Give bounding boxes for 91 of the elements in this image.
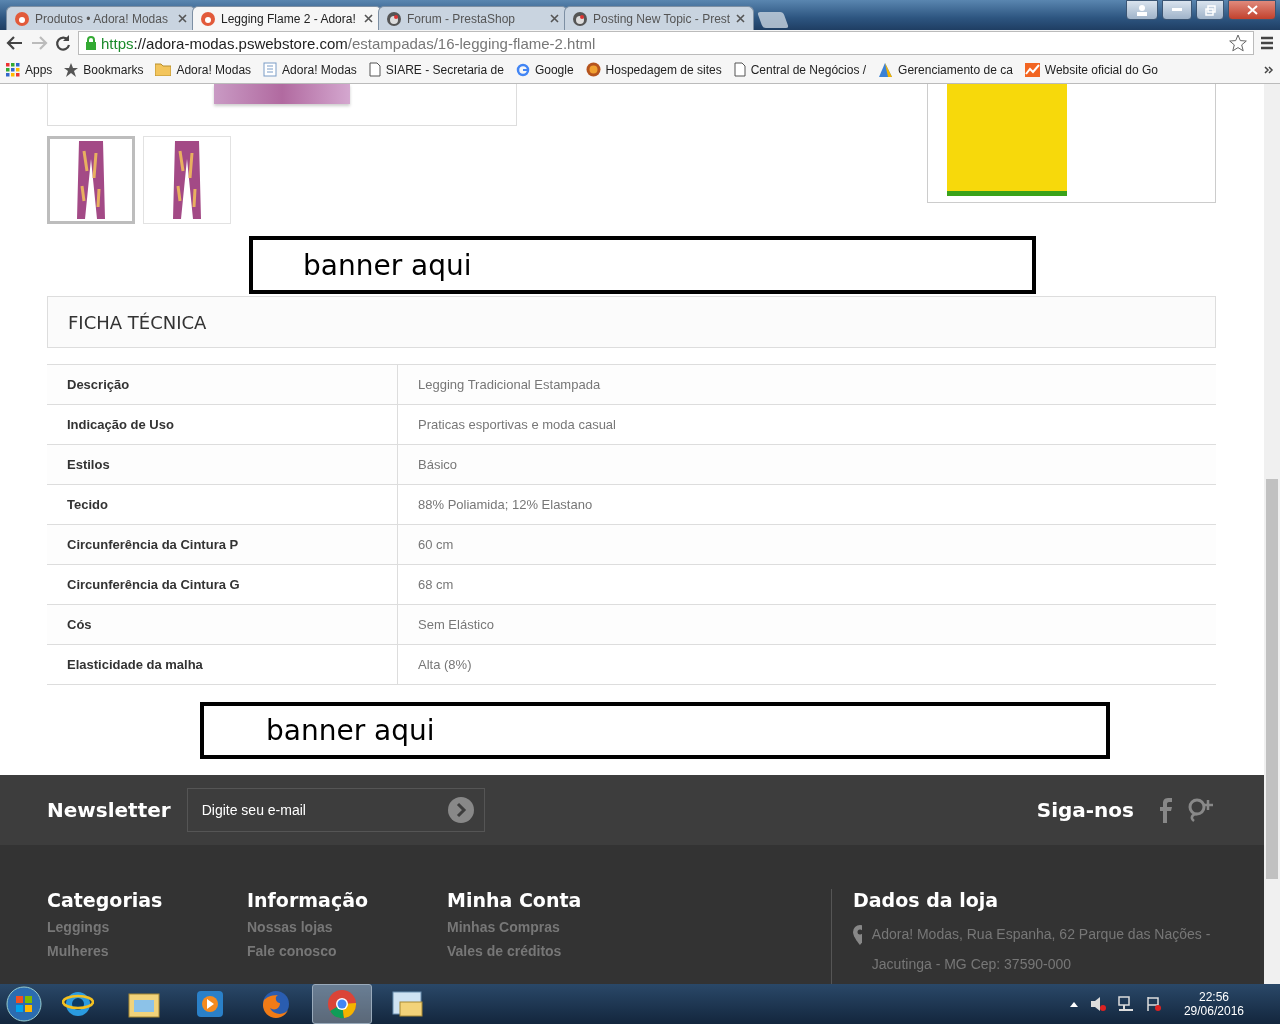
table-cell-text: 68 cm — [417, 576, 455, 594]
close-icon[interactable] — [178, 14, 187, 23]
page-icon — [733, 62, 746, 77]
section-heading: FICHA TÉCNICA — [47, 296, 1216, 348]
star-icon — [64, 62, 79, 77]
bookmark-item[interactable]: Central de Negócios / — [733, 62, 867, 77]
newsletter-title: Newsletter — [47, 798, 171, 822]
table-cell: Descrição — [47, 365, 398, 404]
footer-heading: Categorias — [47, 889, 164, 911]
globe-icon — [585, 62, 601, 77]
close-icon[interactable] — [550, 14, 559, 23]
start-button[interactable] — [6, 986, 42, 1022]
minimize-icon — [1172, 8, 1182, 12]
star-icon[interactable] — [1229, 34, 1247, 52]
bookmark-item[interactable]: Gerenciamento de ca — [878, 62, 1013, 77]
network-icon[interactable] — [1117, 996, 1134, 1012]
site-logo-icon — [15, 11, 29, 26]
table-cell-text: Básico — [417, 456, 459, 474]
google-icon — [515, 62, 530, 77]
speaker-muted-icon[interactable] — [1089, 996, 1106, 1012]
table-cell-text: 60 cm — [417, 536, 455, 554]
table-cell-text: Legging Tradicional Estampada — [417, 376, 602, 394]
page-icon — [368, 62, 381, 77]
more-chevron-icon[interactable] — [1264, 64, 1274, 75]
folder-icon — [155, 63, 172, 76]
profile-button[interactable] — [1126, 0, 1158, 20]
fox-globe-icon — [260, 988, 292, 1020]
store-address: Adora! Modas, Rua Espanha, 62 Parque das Nações - Jacutinga - MG Cep: 37590-000 — [871, 925, 1212, 974]
restore-button[interactable] — [1196, 0, 1224, 20]
table-cell: Cós — [47, 605, 398, 644]
social-title: Siga-nos — [1036, 798, 1134, 822]
table-cell-text: Sem Elástico — [417, 616, 495, 634]
penguin-icon — [573, 11, 587, 26]
table-cell: Indicação de Uso — [47, 405, 398, 444]
lock-icon — [85, 36, 97, 50]
thumbnail[interactable] — [143, 136, 231, 224]
reload-icon[interactable] — [54, 34, 72, 52]
bookmark-item[interactable]: Apps — [6, 62, 53, 77]
flag-icon[interactable] — [1145, 996, 1162, 1012]
email-field[interactable]: Digite seu e-mail — [186, 788, 485, 832]
table-cell: Elasticidade da malha — [47, 645, 398, 684]
minimize-button[interactable] — [1162, 0, 1192, 20]
address-bar[interactable]: https://adora-modas.pswebstore.com/estampadas/16-legging-flame-2.html — [78, 31, 1254, 55]
close-icon[interactable] — [736, 14, 745, 23]
google-plus-icon[interactable] — [1188, 797, 1216, 823]
table-cell: Circunferência da Cintura P — [47, 525, 398, 564]
bookmark-item[interactable]: Google — [515, 62, 574, 77]
bookmark-item[interactable]: Website oficial do Go — [1024, 62, 1158, 77]
document-icon — [263, 62, 278, 77]
footer-heading: Dados da loja — [853, 889, 1000, 911]
bookmark-item[interactable]: Hospedagem de sites — [585, 62, 722, 77]
penguin-icon — [387, 11, 401, 26]
scrollbar-thumb[interactable] — [1266, 479, 1278, 879]
browser-tab[interactable]: Posting New Topic - Prest — [564, 6, 754, 30]
table-cell-text: 88% Poliamida; 12% Elastano — [417, 496, 594, 514]
footer-heading: Informação — [247, 889, 370, 911]
play-icon — [196, 990, 224, 1018]
triangle-logo-icon — [878, 62, 894, 77]
map-pin-icon — [853, 925, 862, 945]
envelope-window-icon — [392, 990, 424, 1018]
clock[interactable]: 22:56 29/06/2016 — [1183, 990, 1244, 1018]
close-icon — [1246, 5, 1258, 15]
table-cell-text: Praticas esportivas e moda casual — [417, 416, 617, 434]
facebook-icon[interactable] — [1158, 797, 1172, 823]
grid-icon — [6, 62, 20, 77]
folder-icon — [128, 990, 160, 1018]
person-icon — [1136, 4, 1148, 16]
close-button[interactable] — [1228, 0, 1276, 20]
back-icon[interactable] — [6, 34, 24, 52]
chrome-logo-icon — [327, 989, 357, 1019]
menu-icon[interactable] — [1260, 36, 1274, 50]
ad-banner: banner aqui — [249, 236, 1036, 294]
table-cell: Circunferência da Cintura G — [47, 565, 398, 604]
close-icon[interactable] — [364, 14, 373, 23]
chart-icon — [1024, 62, 1040, 77]
tray-arrow-icon[interactable] — [1069, 1001, 1078, 1007]
footer-heading: Minha Conta — [447, 889, 583, 911]
scrollbar[interactable] — [1264, 84, 1280, 984]
site-logo-icon — [201, 11, 215, 26]
thumbnail[interactable] — [47, 136, 135, 224]
bookmark-item[interactable]: SIARE - Secretaria de — [368, 62, 504, 77]
table-cell: Estilos — [47, 445, 398, 484]
new-tab-button[interactable] — [757, 12, 789, 28]
bookmark-item[interactable]: Adora! Modas — [155, 62, 252, 77]
table-cell-text: Alta (8%) — [417, 656, 473, 674]
ad-banner: banner aqui — [200, 702, 1110, 759]
restore-icon — [1204, 4, 1216, 16]
table-cell: Tecido — [47, 485, 398, 524]
bookmark-item[interactable]: Bookmarks — [64, 62, 144, 77]
bookmark-item[interactable]: Adora! Modas — [263, 62, 357, 77]
email-input[interactable]: Digite seu e-mail — [199, 801, 424, 819]
